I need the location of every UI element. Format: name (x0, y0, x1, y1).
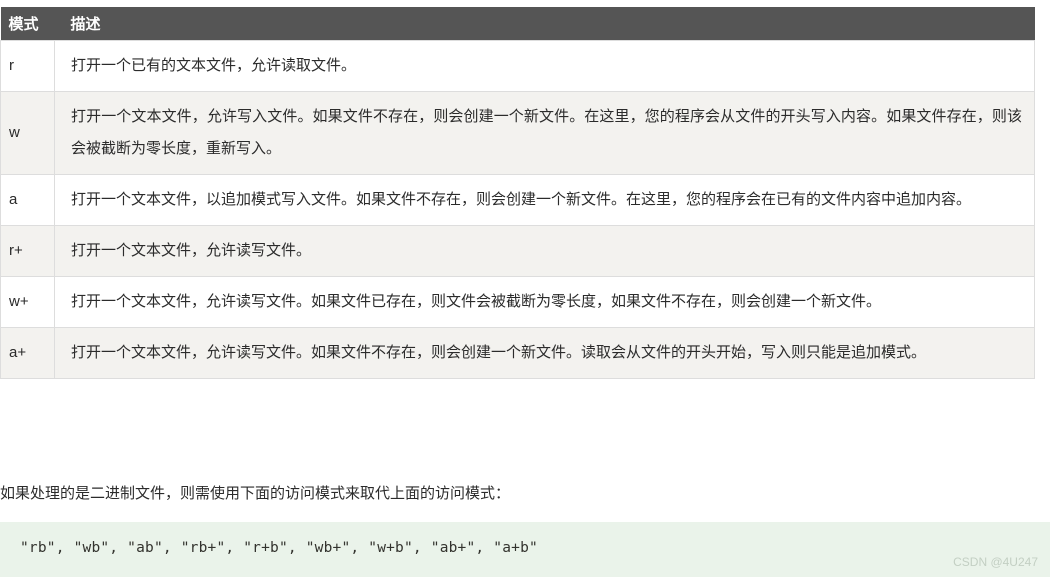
cell-mode: r (0, 40, 55, 92)
table-row: a+ 打开一个文本文件，允许读写文件。如果文件不存在，则会创建一个新文件。读取会… (0, 327, 1035, 379)
cell-description: 打开一个文本文件，以追加模式写入文件。如果文件不存在，则会创建一个新文件。在这里… (54, 174, 1035, 226)
table-row: w 打开一个文本文件，允许写入文件。如果文件不存在，则会创建一个新文件。在这里，… (0, 91, 1035, 175)
cell-description: 打开一个文本文件，允许读写文件。如果文件不存在，则会创建一个新文件。读取会从文件… (54, 327, 1035, 379)
cell-description: 打开一个文本文件，允许读写文件。如果文件已存在，则文件会被截断为零长度，如果文件… (54, 276, 1035, 328)
cell-mode: a+ (0, 327, 55, 379)
cell-mode: w (0, 91, 55, 175)
table-row: r 打开一个已有的文本文件，允许读取文件。 (0, 40, 1035, 92)
cell-description: 打开一个文本文件，允许写入文件。如果文件不存在，则会创建一个新文件。在这里，您的… (54, 91, 1035, 175)
column-header-description: 描述 (54, 7, 1035, 41)
cell-mode: r+ (0, 225, 55, 277)
table-row: r+ 打开一个文本文件，允许读写文件。 (0, 225, 1035, 277)
csdn-watermark: CSDN @4U247 (953, 555, 1038, 569)
cell-description: 打开一个文本文件，允许读写文件。 (54, 225, 1035, 277)
cell-mode: a (0, 174, 55, 226)
cell-description: 打开一个已有的文本文件，允许读取文件。 (54, 40, 1035, 92)
binary-modes-code-block: "rb", "wb", "ab", "rb+", "r+b", "wb+", "… (0, 522, 1050, 577)
table-header-row: 模式 描述 (0, 7, 1035, 41)
table-header: 模式 描述 (0, 7, 1035, 41)
table-row: w+ 打开一个文本文件，允许读写文件。如果文件已存在，则文件会被截断为零长度，如… (0, 276, 1035, 328)
file-mode-table: 模式 描述 r 打开一个已有的文本文件，允许读取文件。 w 打开一个文本文件，允… (0, 7, 1035, 379)
cell-mode: w+ (0, 276, 55, 328)
table-row: a 打开一个文本文件，以追加模式写入文件。如果文件不存在，则会创建一个新文件。在… (0, 174, 1035, 226)
column-header-mode: 模式 (0, 7, 55, 41)
binary-mode-note: 如果处理的是二进制文件，则需使用下面的访问模式来取代上面的访问模式： (0, 485, 511, 502)
code-line: "rb", "wb", "ab", "rb+", "r+b", "wb+", "… (20, 540, 538, 556)
table-body: r 打开一个已有的文本文件，允许读取文件。 w 打开一个文本文件，允许写入文件。… (0, 40, 1035, 379)
page-root: 模式 描述 r 打开一个已有的文本文件，允许读取文件。 w 打开一个文本文件，允… (0, 0, 1050, 577)
